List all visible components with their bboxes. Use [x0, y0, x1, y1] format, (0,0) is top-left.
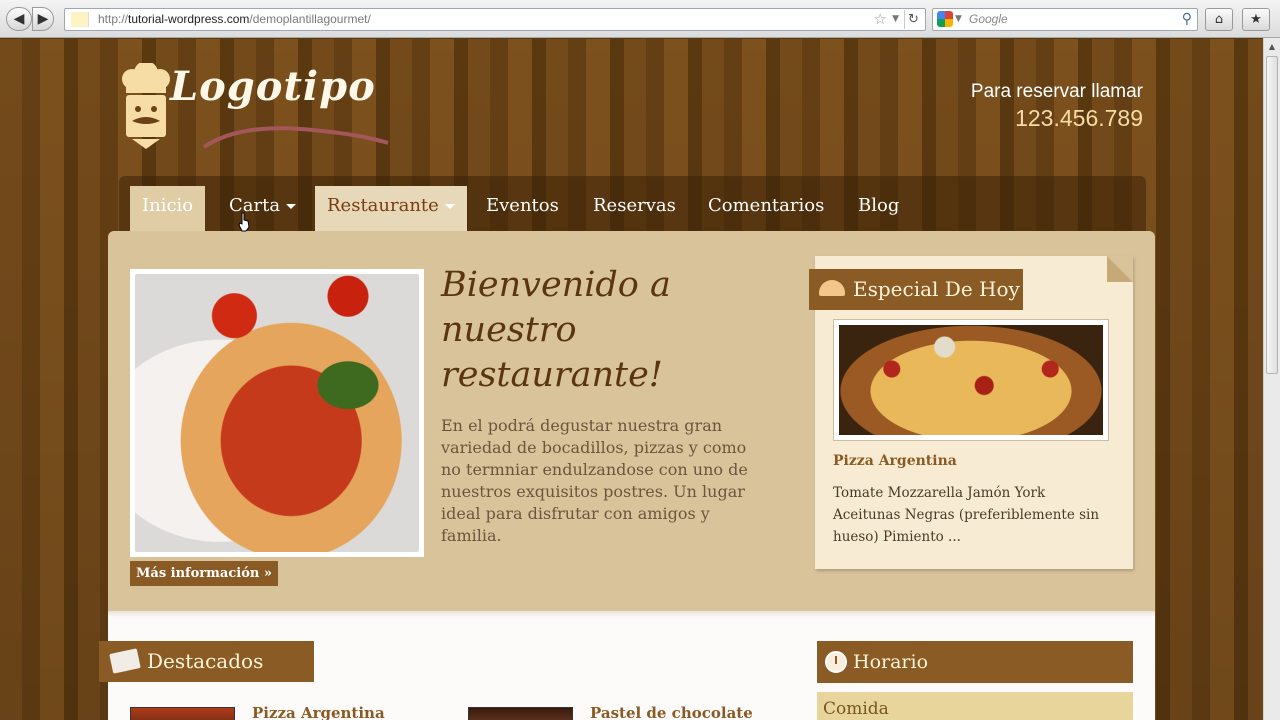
- search-placeholder: Google: [969, 12, 1008, 26]
- special-item-description: Tomate Mozzarella Jamón York Aceitunas N…: [833, 485, 1100, 545]
- search-icon[interactable]: ⚲: [1182, 9, 1192, 30]
- dropdown-arrow-icon[interactable]: ▼: [892, 9, 899, 30]
- address-bar[interactable]: http://tutorial-wordpress.com/demoplanti…: [64, 8, 926, 31]
- scroll-thumb[interactable]: [1266, 56, 1278, 374]
- chevron-down-icon: [286, 203, 297, 209]
- reserve-phone: 123.456.789: [1015, 105, 1143, 131]
- logo-text: Logotipo: [170, 63, 376, 110]
- special-image-frame[interactable]: [833, 319, 1109, 441]
- chef-icon: [122, 63, 170, 149]
- menu-item-blog[interactable]: Blog: [846, 186, 911, 231]
- schedule-row: Comida: [817, 692, 1133, 720]
- special-of-day-card: Especial De Hoy Pizza Argentina Tomate M…: [809, 256, 1133, 569]
- featured-section: Destacados Pizza Argentina Pastel de cho…: [99, 611, 1155, 720]
- address-url: http://tutorial-wordpress.com/demoplanti…: [98, 12, 371, 26]
- chevron-down-icon: [444, 203, 455, 209]
- hand-cursor-icon: [238, 212, 250, 232]
- featured-thumbnail[interactable]: [130, 707, 235, 720]
- reload-icon[interactable]: ↻: [904, 10, 922, 29]
- pasta-image: [135, 274, 419, 552]
- special-item-name[interactable]: Pizza Argentina: [833, 453, 957, 469]
- welcome-section: Más información » Bienvenido a nuestro r…: [108, 231, 1155, 611]
- google-icon[interactable]: [937, 11, 953, 27]
- back-arrow-icon[interactable]: ◀: [6, 7, 32, 31]
- hero-image-frame: [130, 269, 424, 557]
- site-logo[interactable]: Logotipo: [118, 63, 398, 159]
- menu-item-eventos[interactable]: Eventos: [474, 186, 571, 231]
- featured-item-title[interactable]: Pastel de chocolate: [590, 704, 753, 720]
- search-engine-dropdown-icon[interactable]: ▼: [955, 9, 962, 30]
- dish-cover-icon: [819, 280, 845, 296]
- reserve-label: Para reservar llamar: [970, 81, 1143, 102]
- reservation-info: Para reservar llamar 123.456.789: [971, 81, 1143, 132]
- more-info-button[interactable]: Más información »: [130, 561, 278, 586]
- menu-item-comentarios[interactable]: Comentarios: [696, 186, 836, 231]
- menu-item-reservas[interactable]: Reservas: [581, 186, 688, 231]
- welcome-text: En el podrá degustar nuestra gran varied…: [441, 416, 748, 545]
- main-menu: Inicio Carta Restaurante Eventos Reserva…: [119, 176, 1146, 231]
- menu-item-inicio[interactable]: Inicio: [130, 186, 206, 231]
- special-heading: Especial De Hoy: [809, 269, 1023, 310]
- featured-thumbnail[interactable]: [468, 707, 573, 720]
- featured-heading: Destacados: [99, 641, 314, 682]
- featured-item-title[interactable]: Pizza Argentina: [252, 704, 385, 720]
- bookmarks-icon[interactable]: ★: [1242, 8, 1270, 31]
- forward-arrow-icon[interactable]: ▶: [32, 7, 54, 31]
- search-bar[interactable]: ▼ Google ⚲: [932, 8, 1198, 31]
- schedule-heading: Horario: [817, 641, 1133, 683]
- envelope-icon: [109, 648, 141, 674]
- clock-icon: [825, 651, 847, 673]
- site-favicon: [71, 12, 89, 27]
- menu-item-restaurante[interactable]: Restaurante: [315, 186, 467, 231]
- home-icon[interactable]: ⌂: [1205, 8, 1233, 31]
- welcome-title: Bienvenido a nuestro restaurante!: [441, 265, 671, 395]
- scroll-up-icon[interactable]: ▲: [1264, 38, 1280, 55]
- pizza-image: [839, 325, 1103, 435]
- vertical-scrollbar[interactable]: ▲: [1263, 38, 1280, 720]
- logo-swoosh: [202, 126, 389, 149]
- web-page: Logotipo Para reservar llamar 123.456.78…: [0, 39, 1263, 720]
- star-icon[interactable]: ☆: [874, 9, 887, 30]
- menu-item-carta[interactable]: Carta: [217, 186, 308, 231]
- browser-toolbar: ◀ ▶ http://tutorial-wordpress.com/demopl…: [0, 0, 1280, 38]
